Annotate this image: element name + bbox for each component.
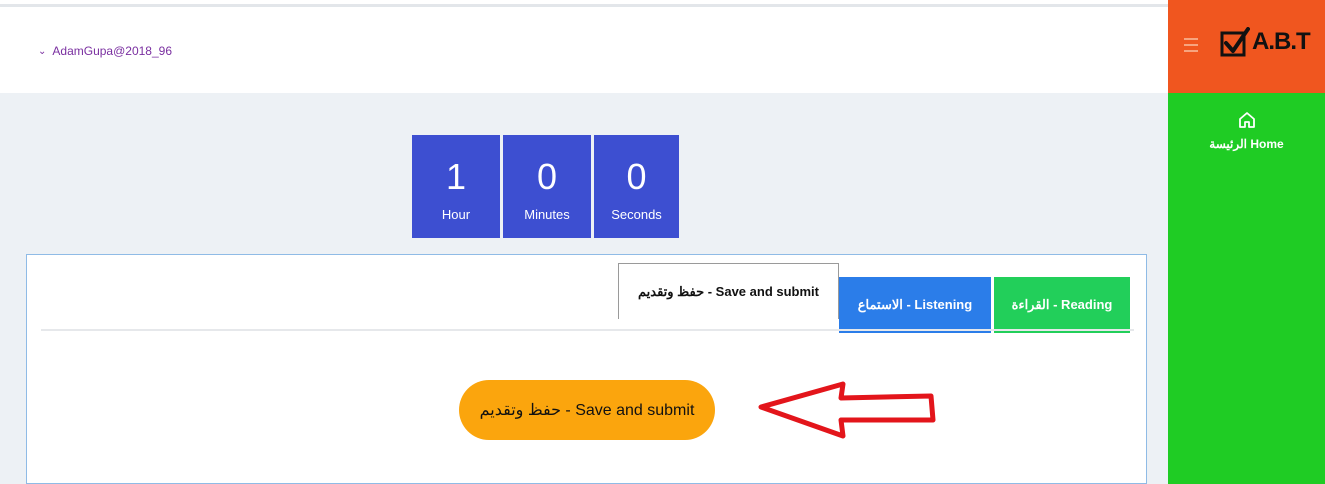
tab-listening[interactable]: الاستماع - Listening — [839, 277, 991, 333]
timer-hours-value: 1 — [445, 156, 467, 197]
sidebar-item-label: الرئيسة Home — [1209, 137, 1284, 151]
timer-minutes-value: 0 — [536, 156, 558, 197]
timer-minutes: 0 Minutes — [503, 135, 591, 238]
home-icon — [1238, 112, 1255, 128]
timer-seconds-value: 0 — [626, 156, 647, 197]
chevron-down-icon: ⌄ — [38, 45, 47, 57]
timer-seconds: 0 Seconds — [594, 135, 679, 238]
tabs-divider — [41, 329, 1134, 331]
username: AdamGupa@2018_96 — [52, 44, 172, 58]
timer-minutes-label: Minutes — [524, 207, 570, 222]
tab-reading[interactable]: القراءة - Reading — [994, 277, 1130, 333]
save-and-submit-button[interactable]: حفظ وتقديم - Save and submit — [459, 380, 715, 440]
exam-panel: حفظ وتقديم - Save and submit الاستماع - … — [26, 254, 1147, 484]
timer-seconds-label: Seconds — [611, 207, 662, 222]
user-menu[interactable]: ⌄ AdamGupa@2018_96 — [38, 44, 172, 58]
countdown-timer: 1 Hour 0 Minutes 0 Seconds — [412, 135, 679, 238]
hamburger-icon[interactable] — [1184, 38, 1198, 56]
left-arrow-icon — [758, 381, 936, 439]
brand-name: A.B.T — [1252, 28, 1311, 55]
timer-hours-label: Hour — [441, 207, 471, 222]
brand-bar: A.B.T — [1168, 0, 1325, 93]
checkbox-icon — [1220, 27, 1250, 57]
top-header: ⌄ AdamGupa@2018_96 — [0, 7, 1168, 93]
sidebar: A.B.T الرئيسة Home — [1168, 0, 1325, 484]
timer-hours: 1 Hour — [412, 135, 500, 238]
sidebar-item-home[interactable]: الرئيسة Home — [1168, 110, 1325, 151]
brand-logo[interactable]: A.B.T — [1220, 27, 1311, 57]
tab-save-and-submit[interactable]: حفظ وتقديم - Save and submit — [618, 263, 839, 319]
